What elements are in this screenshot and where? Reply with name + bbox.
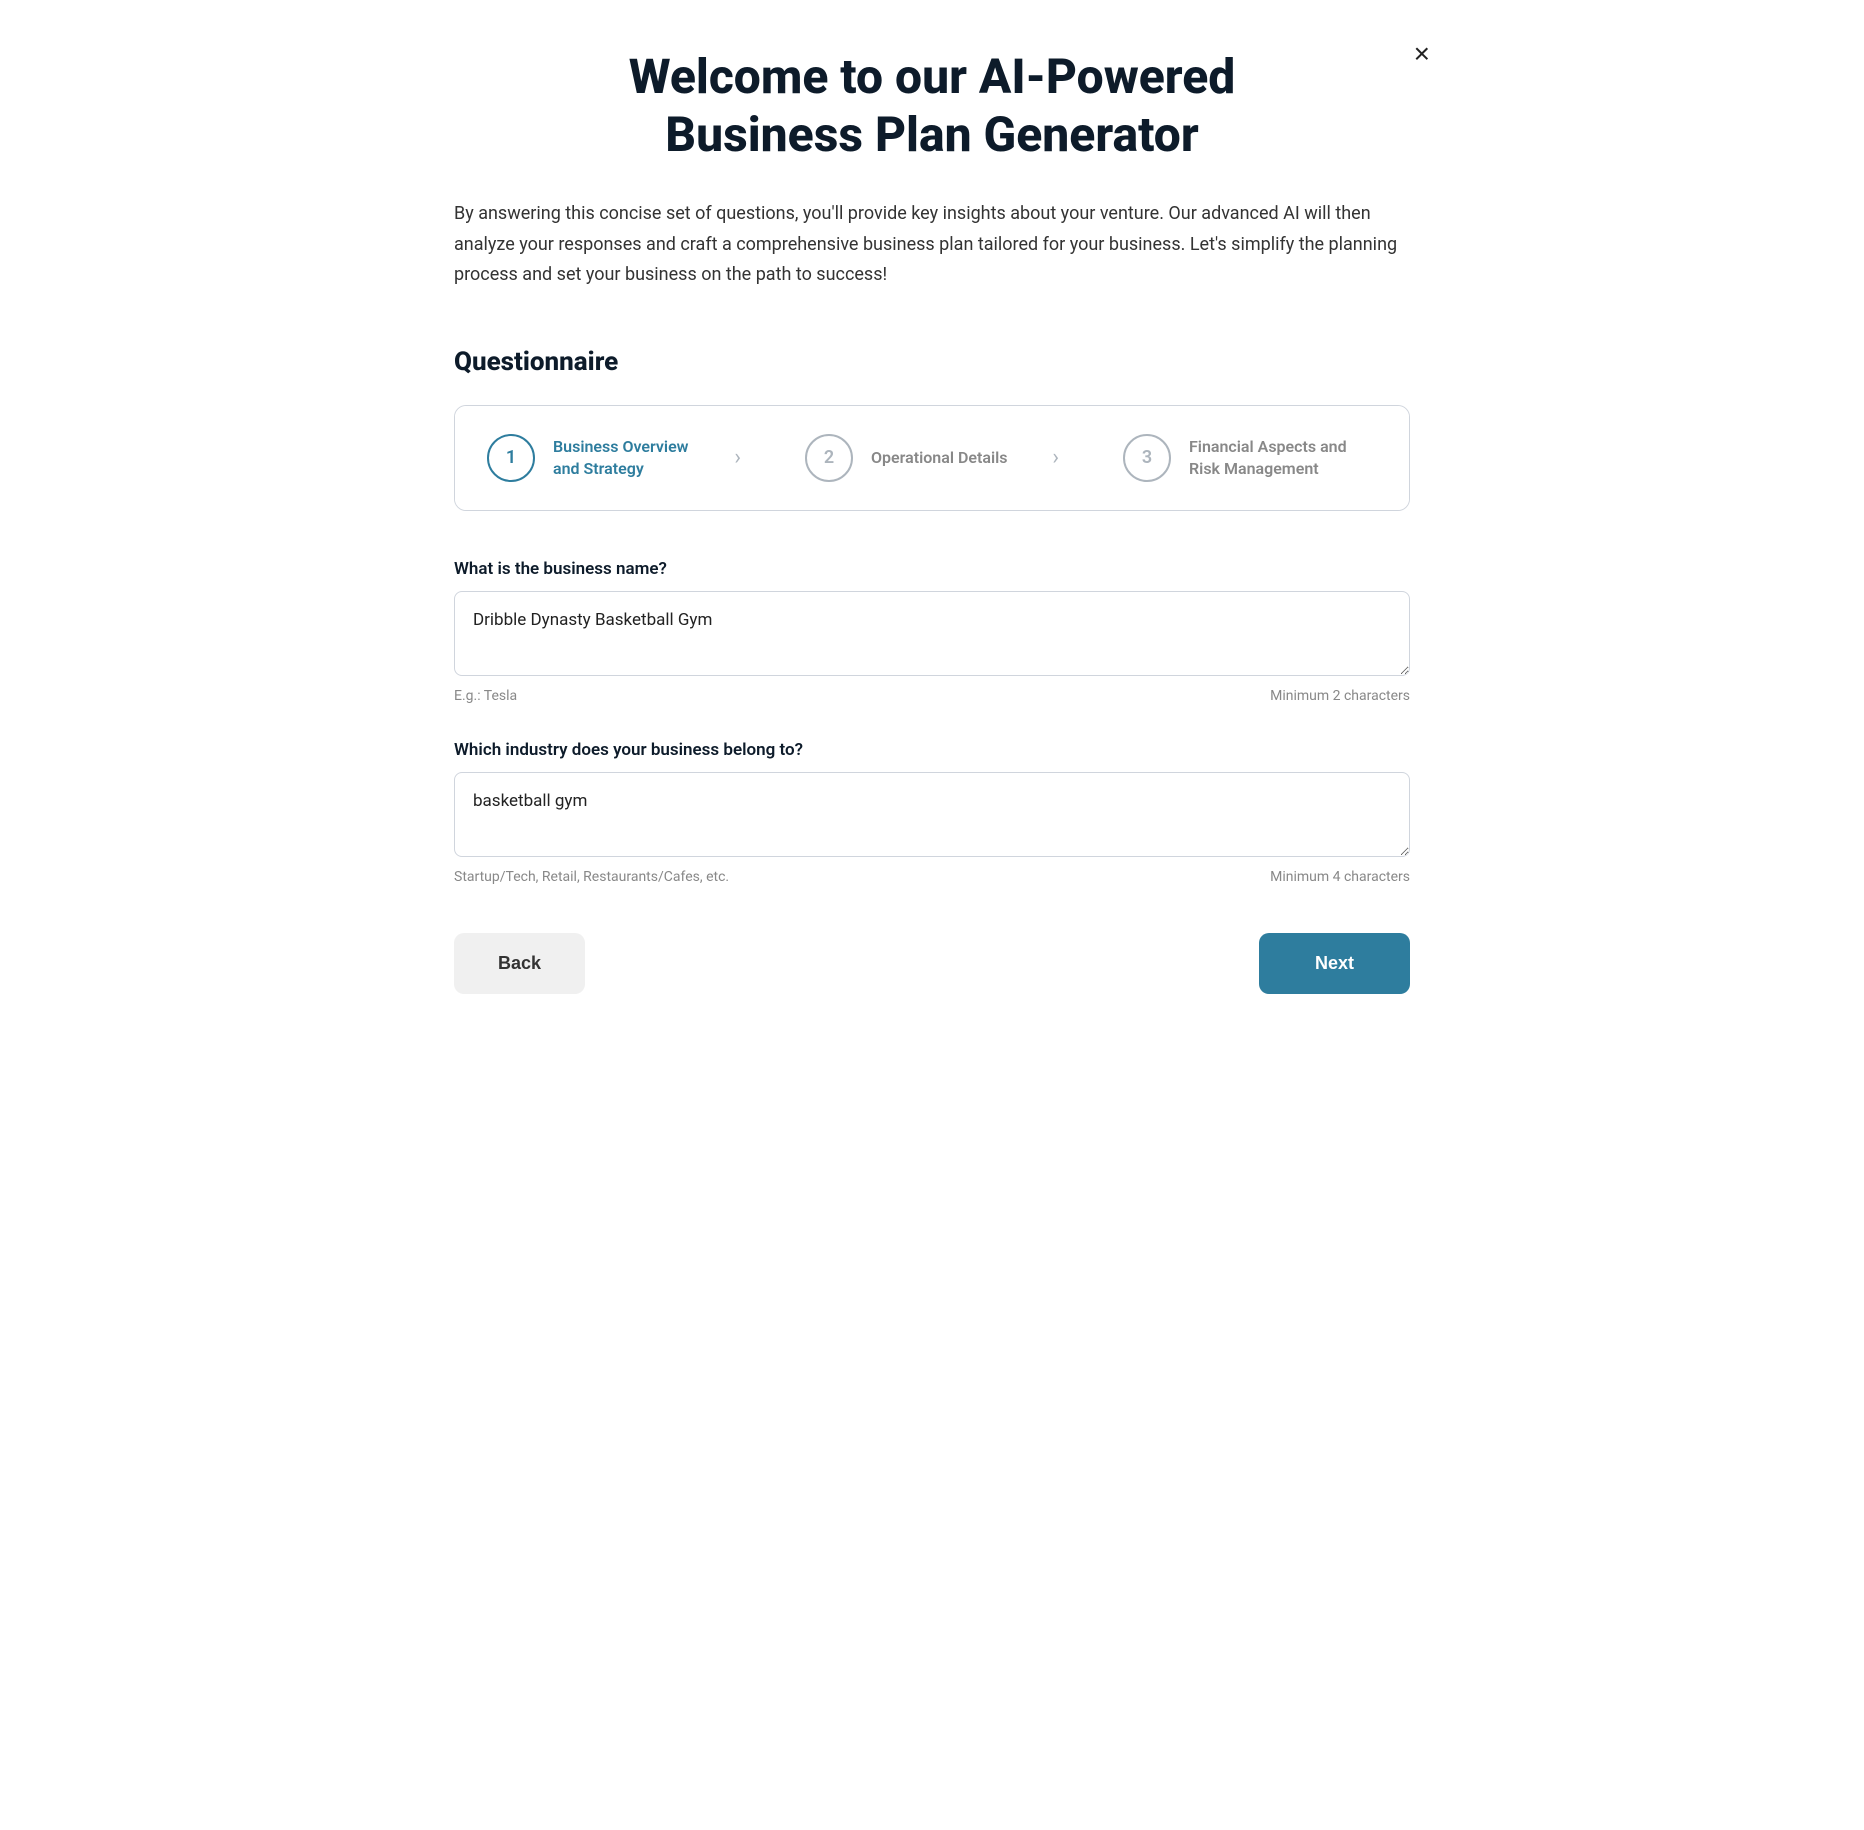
industry-example: Startup/Tech, Retail, Restaurants/Cafes,…: [454, 869, 729, 885]
modal-container: × Welcome to our AI-Powered Business Pla…: [382, 0, 1482, 1054]
business-name-min-chars: Minimum 2 characters: [1270, 688, 1410, 704]
step-2-label: Operational Details: [871, 447, 1008, 469]
step-1[interactable]: 1 Business Overview and Strategy ›: [455, 406, 773, 510]
chevron-right-icon-2: ›: [1052, 445, 1059, 470]
step-2[interactable]: 2 Operational Details ›: [773, 406, 1091, 510]
chevron-right-icon-1: ›: [734, 445, 741, 470]
business-name-input[interactable]: [454, 591, 1410, 676]
next-button[interactable]: Next: [1259, 933, 1410, 994]
industry-input[interactable]: [454, 772, 1410, 857]
back-button[interactable]: Back: [454, 933, 585, 994]
page-title: Welcome to our AI-Powered Business Plan …: [454, 48, 1410, 163]
steps-container: 1 Business Overview and Strategy › 2 Ope…: [454, 405, 1410, 511]
business-name-example: E.g.: Tesla: [454, 688, 517, 704]
industry-hints: Startup/Tech, Retail, Restaurants/Cafes,…: [454, 869, 1410, 885]
industry-label: Which industry does your business belong…: [454, 740, 1410, 760]
buttons-row: Back Next: [454, 933, 1410, 994]
industry-min-chars: Minimum 4 characters: [1270, 869, 1410, 885]
questionnaire-label: Questionnaire: [454, 347, 1410, 377]
step-2-number: 2: [805, 434, 853, 482]
close-button[interactable]: ×: [1410, 36, 1434, 72]
business-name-label: What is the business name?: [454, 559, 1410, 579]
industry-group: Which industry does your business belong…: [454, 740, 1410, 885]
step-3-number: 3: [1123, 434, 1171, 482]
page-description: By answering this concise set of questio…: [454, 199, 1410, 291]
step-1-number: 1: [487, 434, 535, 482]
step-1-label: Business Overview and Strategy: [553, 436, 716, 481]
business-name-hints: E.g.: Tesla Minimum 2 characters: [454, 688, 1410, 704]
step-3-label: Financial Aspects and Risk Management: [1189, 436, 1377, 481]
step-3[interactable]: 3 Financial Aspects and Risk Management: [1091, 406, 1409, 510]
business-name-group: What is the business name? E.g.: Tesla M…: [454, 559, 1410, 704]
